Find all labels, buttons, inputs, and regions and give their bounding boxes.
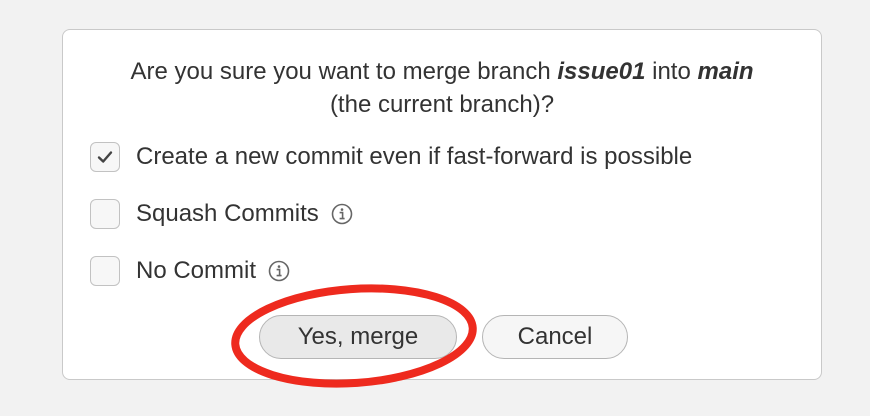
option-label: Create a new commit even if fast-forward… (136, 143, 693, 170)
cancel-button[interactable]: Cancel (482, 315, 628, 359)
option-label: Squash Commits (136, 200, 319, 227)
source-branch-name: issue01 (557, 58, 646, 85)
checkbox-no-commit[interactable] (90, 256, 120, 286)
checkmark-icon (97, 151, 113, 163)
merge-confirmation-dialog: Are you sure you want to merge branch is… (62, 29, 822, 380)
prompt-prefix: Are you sure you want to merge branch (130, 58, 551, 85)
prompt-suffix: (the current branch)? (329, 91, 555, 118)
target-branch-name: main (697, 58, 754, 85)
checkbox-squash-commits[interactable] (90, 199, 120, 229)
option-no-commit[interactable]: No Commit (90, 254, 290, 288)
info-circle-icon[interactable] (331, 203, 353, 225)
checkbox-create-new-commit[interactable] (90, 142, 120, 172)
merge-prompt: Are you sure you want to merge branch is… (63, 55, 821, 121)
option-label: No Commit (136, 257, 257, 284)
prompt-into: into (652, 58, 691, 85)
yes-merge-button[interactable]: Yes, merge (259, 315, 457, 359)
option-squash-commits[interactable]: Squash Commits (90, 197, 353, 231)
option-create-new-commit[interactable]: Create a new commit even if fast-forward… (90, 140, 692, 174)
info-circle-icon[interactable] (268, 260, 290, 282)
